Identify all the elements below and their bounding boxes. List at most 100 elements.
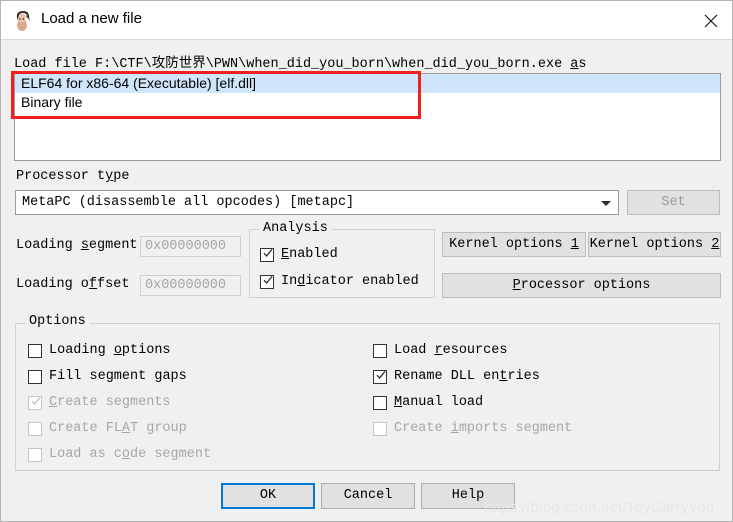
loading-offset-label: Loading offset xyxy=(16,277,129,292)
ida-woman-icon xyxy=(12,9,34,31)
list-item[interactable]: ELF64 for x86-64 (Executable) [elf.dll] xyxy=(15,74,720,93)
label-part1: Kernel options xyxy=(589,237,712,252)
kernel-options-1-button[interactable]: Kernel options 1 xyxy=(442,232,586,257)
processor-type-label: Processor type xyxy=(16,169,129,184)
help-button[interactable]: Help xyxy=(421,483,515,509)
processor-label-part1: Processor t xyxy=(16,169,106,184)
label-part1: Load as c xyxy=(49,447,122,462)
title-separator xyxy=(1,39,732,40)
checkbox-loading-options[interactable]: Loading options xyxy=(28,343,171,358)
checkbox-box xyxy=(373,395,387,410)
label-mnemonic: o xyxy=(113,343,122,358)
checkbox-label: Enabled xyxy=(281,247,338,262)
checkbox-box xyxy=(260,247,274,262)
checkbox-label: Create FLAT group xyxy=(49,421,187,436)
kernel-options-2-button[interactable]: Kernel options 2 xyxy=(588,232,721,257)
watermark: https://blog.csdn.net/ToyCarryYou xyxy=(484,499,715,516)
label-part2: rocessor options xyxy=(520,278,651,293)
load-file-path: F:\CTF\攻防世界\PWN\when_did_you_born\when_d… xyxy=(95,57,563,72)
checkbox-label: Create imports segment xyxy=(394,421,572,436)
label-part1: In xyxy=(281,274,298,289)
chevron-down-icon xyxy=(601,201,611,206)
window-title: Load a new file xyxy=(41,10,142,27)
checkbox-box xyxy=(28,369,42,384)
loading-segment-input[interactable]: 0x00000000 xyxy=(140,236,241,257)
loading-segment-label-part2: egment xyxy=(88,238,138,253)
label-part2: anual load xyxy=(402,395,484,410)
load-file-label: Load file F:\CTF\攻防世界\PWN\when_did_you_b… xyxy=(14,51,587,72)
label-mnemonic: r xyxy=(434,343,443,358)
file-format-listbox[interactable]: ELF64 for x86-64 (Executable) [elf.dll] … xyxy=(14,73,721,161)
checkbox-box xyxy=(28,421,42,436)
processor-options-button[interactable]: Processor options xyxy=(442,273,721,298)
checkbox-label: Load resources xyxy=(394,343,507,358)
checkbox-manual-load[interactable]: Manual load xyxy=(373,395,483,410)
checkbox-rename-dll-entries[interactable]: Rename DLL entries xyxy=(373,369,540,384)
set-button[interactable]: Set xyxy=(627,190,720,215)
close-icon[interactable] xyxy=(689,1,732,39)
checkbox-create-flat-group[interactable]: Create FLAT group xyxy=(28,421,187,436)
label-part2: esources xyxy=(442,343,508,358)
checkbox-box xyxy=(373,343,387,358)
checkbox-label: Create segments xyxy=(49,395,171,410)
label-part1: Load xyxy=(394,343,435,358)
checkbox-box xyxy=(373,421,387,436)
label-mnemonic: M xyxy=(394,395,403,410)
label-part1: Kernel options xyxy=(449,237,571,252)
title-bar: Load a new file xyxy=(1,1,732,39)
cancel-button[interactable]: Cancel xyxy=(321,483,415,509)
checkbox-label: Rename DLL entries xyxy=(394,369,540,384)
ok-button[interactable]: OK xyxy=(221,483,315,509)
label-part2: nabled xyxy=(289,247,338,262)
label-part2: T group xyxy=(130,421,187,436)
checkbox-label: Loading options xyxy=(49,343,171,358)
loading-offset-label-part1: Loading o xyxy=(16,277,89,292)
checkbox-box xyxy=(28,343,42,358)
checkbox-box xyxy=(28,395,42,410)
label-part1: Create xyxy=(394,421,451,436)
label-part1: Create FL xyxy=(49,421,122,436)
checkbox-label: Indicator enabled xyxy=(281,274,419,289)
checkbox-indicator-enabled[interactable]: Indicator enabled xyxy=(260,274,419,289)
label-mnemonic: A xyxy=(121,421,131,436)
label-mnemonic: E xyxy=(281,247,290,262)
load-new-file-dialog: Load a new file Load file F:\CTF\攻防世界\PW… xyxy=(0,0,733,522)
processor-type-dropdown[interactable]: MetaPC (disassemble all opcodes) [metapc… xyxy=(15,190,619,215)
processor-type-value: MetaPC (disassemble all opcodes) [metapc… xyxy=(22,195,355,210)
label-part2: icator enabled xyxy=(305,274,419,289)
checkbox-fill-segment-gaps[interactable]: Fill segment gaps xyxy=(28,369,187,384)
checkbox-load-resources[interactable]: Load resources xyxy=(373,343,507,358)
label-part1: Loading xyxy=(49,343,114,358)
label-mnemonic: 2 xyxy=(711,237,720,252)
checkbox-label: Load as code segment xyxy=(49,447,211,462)
loading-segment-label-part1: Loading xyxy=(16,238,81,253)
label-part2: ptions xyxy=(121,343,171,358)
list-item[interactable]: Binary file xyxy=(15,93,720,112)
processor-label-part2: pe xyxy=(113,169,130,184)
loading-offset-label-mnemonic: f xyxy=(88,277,98,292)
label-mnemonic: i xyxy=(450,421,459,436)
analysis-group-title: Analysis xyxy=(259,221,332,236)
checkbox-analysis-enabled[interactable]: Enabled xyxy=(260,247,338,262)
checkbox-create-imports-segment[interactable]: Create imports segment xyxy=(373,421,572,436)
label-part2: ries xyxy=(507,369,540,384)
checkbox-box xyxy=(373,369,387,384)
load-file-prefix: Load file xyxy=(14,57,96,72)
label-part2: aps xyxy=(162,369,187,384)
checkbox-create-segments[interactable]: Create segments xyxy=(28,395,171,410)
options-group-title: Options xyxy=(25,314,90,329)
load-file-as-rest: s xyxy=(578,57,587,72)
label-part1: Rename DLL en xyxy=(394,369,500,384)
label-mnemonic: o xyxy=(121,447,131,462)
loading-segment-label-mnemonic: s xyxy=(80,238,89,253)
label-mnemonic: C xyxy=(49,395,58,410)
checkbox-label: Fill segment gaps xyxy=(49,369,187,384)
label-part2: reate segments xyxy=(57,395,171,410)
checkbox-box xyxy=(260,274,274,289)
loading-offset-input[interactable]: 0x00000000 xyxy=(140,275,241,296)
loading-segment-label: Loading segment xyxy=(16,238,138,253)
checkbox-load-as-code-segment[interactable]: Load as code segment xyxy=(28,447,211,462)
label-part1: Fill segment xyxy=(49,369,155,384)
loading-offset-label-part2: fset xyxy=(97,277,130,292)
label-mnemonic: 1 xyxy=(570,237,579,252)
